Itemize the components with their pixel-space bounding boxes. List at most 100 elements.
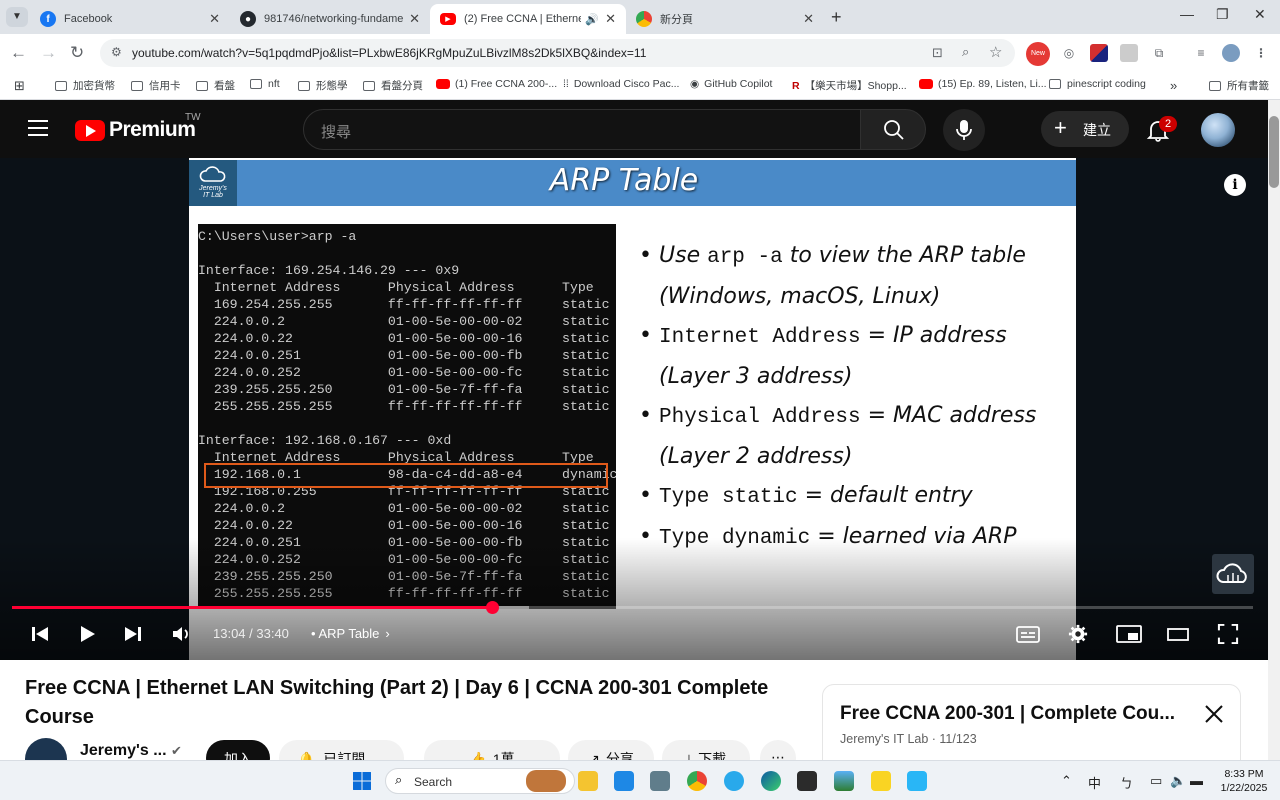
create-label: 建立 xyxy=(1083,122,1111,138)
bookmark-star-icon[interactable]: ☆ xyxy=(989,43,1002,61)
apps-grid-icon[interactable]: ⊞ xyxy=(14,78,25,94)
folder-icon xyxy=(1209,80,1221,91)
bookmark-folder[interactable]: pinescript coding xyxy=(1049,78,1146,90)
window-close-icon[interactable]: ✕ xyxy=(1254,6,1266,23)
all-bookmarks-folder[interactable]: 所有書籤 xyxy=(1209,78,1269,93)
extensions-puzzle-icon[interactable]: ⧉ xyxy=(1150,44,1168,62)
clock-date: 1/22/2025 xyxy=(1220,782,1268,794)
volume-icon[interactable] xyxy=(171,624,193,644)
playlist-title[interactable]: Free CCNA 200-301 | Complete Cou... xyxy=(840,703,1190,725)
chrome-icon[interactable] xyxy=(687,771,707,791)
battery-icon[interactable]: ▬ xyxy=(1190,773,1203,788)
app-icon[interactable] xyxy=(650,771,670,791)
app-stack-icon[interactable] xyxy=(834,771,854,791)
close-icon[interactable]: ✕ xyxy=(605,11,616,27)
info-icon[interactable]: i xyxy=(1224,174,1246,196)
zoom-icon[interactable]: ⌕ xyxy=(962,44,969,60)
network-icon[interactable]: ▭ xyxy=(1150,773,1162,789)
channel-watermark-icon[interactable] xyxy=(1212,554,1254,594)
scrollbar-thumb[interactable] xyxy=(1269,116,1279,188)
fullscreen-icon[interactable] xyxy=(1217,624,1239,644)
back-icon[interactable]: ← xyxy=(10,43,27,63)
subtitles-icon[interactable] xyxy=(1016,624,1040,644)
edge-icon[interactable] xyxy=(761,771,781,791)
tab-facebook[interactable]: f Facebook ✕ xyxy=(30,4,230,34)
address-bar[interactable]: ⚙ youtube.com/watch?v=5q1pqdmdPjo&list=P… xyxy=(100,39,1015,67)
notes-icon[interactable] xyxy=(907,771,927,791)
create-button[interactable]: + 建立 xyxy=(1041,111,1129,147)
tray-chevron-up-icon[interactable]: ⌃ xyxy=(1061,773,1072,789)
folder-icon xyxy=(131,80,143,91)
account-avatar[interactable] xyxy=(1201,113,1235,147)
miniplayer-icon[interactable] xyxy=(1116,624,1142,644)
volume-icon[interactable]: 🔈 xyxy=(1170,773,1186,789)
video-player[interactable]: Jeremy's IT Lab ARP Table C:\Users\user>… xyxy=(0,158,1268,660)
page-scrollbar[interactable] xyxy=(1268,100,1280,760)
bookmark-link[interactable]: ⁞⁞ Download Cisco Pac... xyxy=(563,78,679,90)
bookmark-folder[interactable]: nft xyxy=(250,78,280,90)
tab-youtube-active[interactable]: ▶ (2) Free CCNA | Ethernet LA 🔊 ✕ xyxy=(430,4,626,34)
extension-new-icon[interactable]: New xyxy=(1026,42,1050,66)
hamburger-menu-icon[interactable] xyxy=(28,120,48,136)
search-button[interactable] xyxy=(860,109,926,150)
reload-icon[interactable]: ↻ xyxy=(70,43,84,63)
new-tab-button[interactable]: + xyxy=(831,7,842,28)
terminal-icon[interactable] xyxy=(797,771,817,791)
voice-search-button[interactable] xyxy=(943,109,985,151)
file-explorer-icon[interactable] xyxy=(578,771,598,791)
forward-icon[interactable]: → xyxy=(40,43,57,63)
github-icon: ● xyxy=(240,11,256,27)
search-input[interactable]: 搜尋 xyxy=(303,109,861,150)
tab-label: 981746/networking-fundament xyxy=(264,13,404,25)
terminal-line: 224.0.0.252 01-00-5e-00-00-fc static xyxy=(198,365,610,380)
tab-new-tab[interactable]: 新分頁 ✕ xyxy=(626,4,824,34)
terminal-line: 224.0.0.251 01-00-5e-00-00-fb static xyxy=(198,348,610,363)
bookmarks-overflow-chevron[interactable]: » xyxy=(1170,78,1177,93)
speaker-icon[interactable]: 🔊 xyxy=(585,13,599,26)
theater-mode-icon[interactable] xyxy=(1167,624,1189,644)
app-icon[interactable] xyxy=(614,771,634,791)
bookmark-folder[interactable]: 形態學 xyxy=(298,78,348,93)
tab-search-button[interactable]: ▼ xyxy=(6,7,28,27)
previous-icon[interactable] xyxy=(30,624,50,644)
bookmark-link[interactable]: ◉ GitHub Copilot xyxy=(690,78,772,90)
taskbar-search-box[interactable]: ⌕ Search xyxy=(385,768,575,794)
tab-github[interactable]: ● 981746/networking-fundament ✕ xyxy=(230,4,430,34)
profile-icon[interactable] xyxy=(1222,44,1240,62)
youtube-premium-logo[interactable]: Premium TW xyxy=(75,112,201,142)
bookmark-folder[interactable]: 加密貨幣 xyxy=(55,78,115,93)
settings-gear-icon[interactable] xyxy=(1067,624,1089,644)
ime-indicator[interactable]: 中 xyxy=(1088,773,1101,792)
bookmark-folder[interactable]: 看盤分頁 xyxy=(363,78,423,93)
bookmark-link[interactable]: (1) Free CCNA 200-... xyxy=(436,78,557,90)
bookmark-link[interactable]: R 【樂天市場】Shopp... xyxy=(792,78,907,93)
close-icon[interactable]: ✕ xyxy=(409,11,420,27)
extension-icon[interactable] xyxy=(1120,44,1138,62)
close-icon[interactable]: ✕ xyxy=(209,11,220,27)
extension-flag-icon[interactable] xyxy=(1090,44,1108,62)
telegram-icon[interactable] xyxy=(724,771,744,791)
browser-menu-icon[interactable]: ⋮ xyxy=(1252,44,1270,62)
minimize-icon[interactable]: — xyxy=(1180,6,1194,22)
maximize-icon[interactable]: ❐ xyxy=(1216,6,1229,23)
bullet-text: = IP address xyxy=(860,323,1007,348)
site-info-icon[interactable]: ⚙ xyxy=(111,45,122,59)
bookmark-folder[interactable]: 看盤 xyxy=(196,78,235,93)
ime-mode-icon[interactable]: ㄅ xyxy=(1120,773,1133,792)
system-clock[interactable]: 8:33 PM 1/22/2025 xyxy=(1212,767,1276,795)
progress-bar[interactable] xyxy=(12,601,1253,614)
media-control-icon[interactable]: ≡ xyxy=(1192,44,1210,62)
install-app-icon[interactable]: ⊡ xyxy=(932,45,943,61)
next-icon[interactable] xyxy=(123,624,143,644)
close-icon[interactable] xyxy=(1201,701,1227,727)
bookmark-link[interactable]: (15) Ep. 89, Listen, Li... xyxy=(919,78,1047,90)
windows-start-icon[interactable] xyxy=(352,771,372,791)
channel-name[interactable]: Jeremy's ... ✔ xyxy=(80,742,182,760)
bookmark-folder[interactable]: 信用卡 xyxy=(131,78,181,93)
close-icon[interactable]: ✕ xyxy=(803,11,814,27)
app-icon[interactable] xyxy=(871,771,891,791)
play-icon[interactable] xyxy=(78,624,98,644)
extension-icon[interactable]: ◎ xyxy=(1060,44,1078,62)
chapter-title[interactable]: • ARP Table › xyxy=(311,626,390,641)
bookmark-label: 加密貨幣 xyxy=(73,80,115,92)
